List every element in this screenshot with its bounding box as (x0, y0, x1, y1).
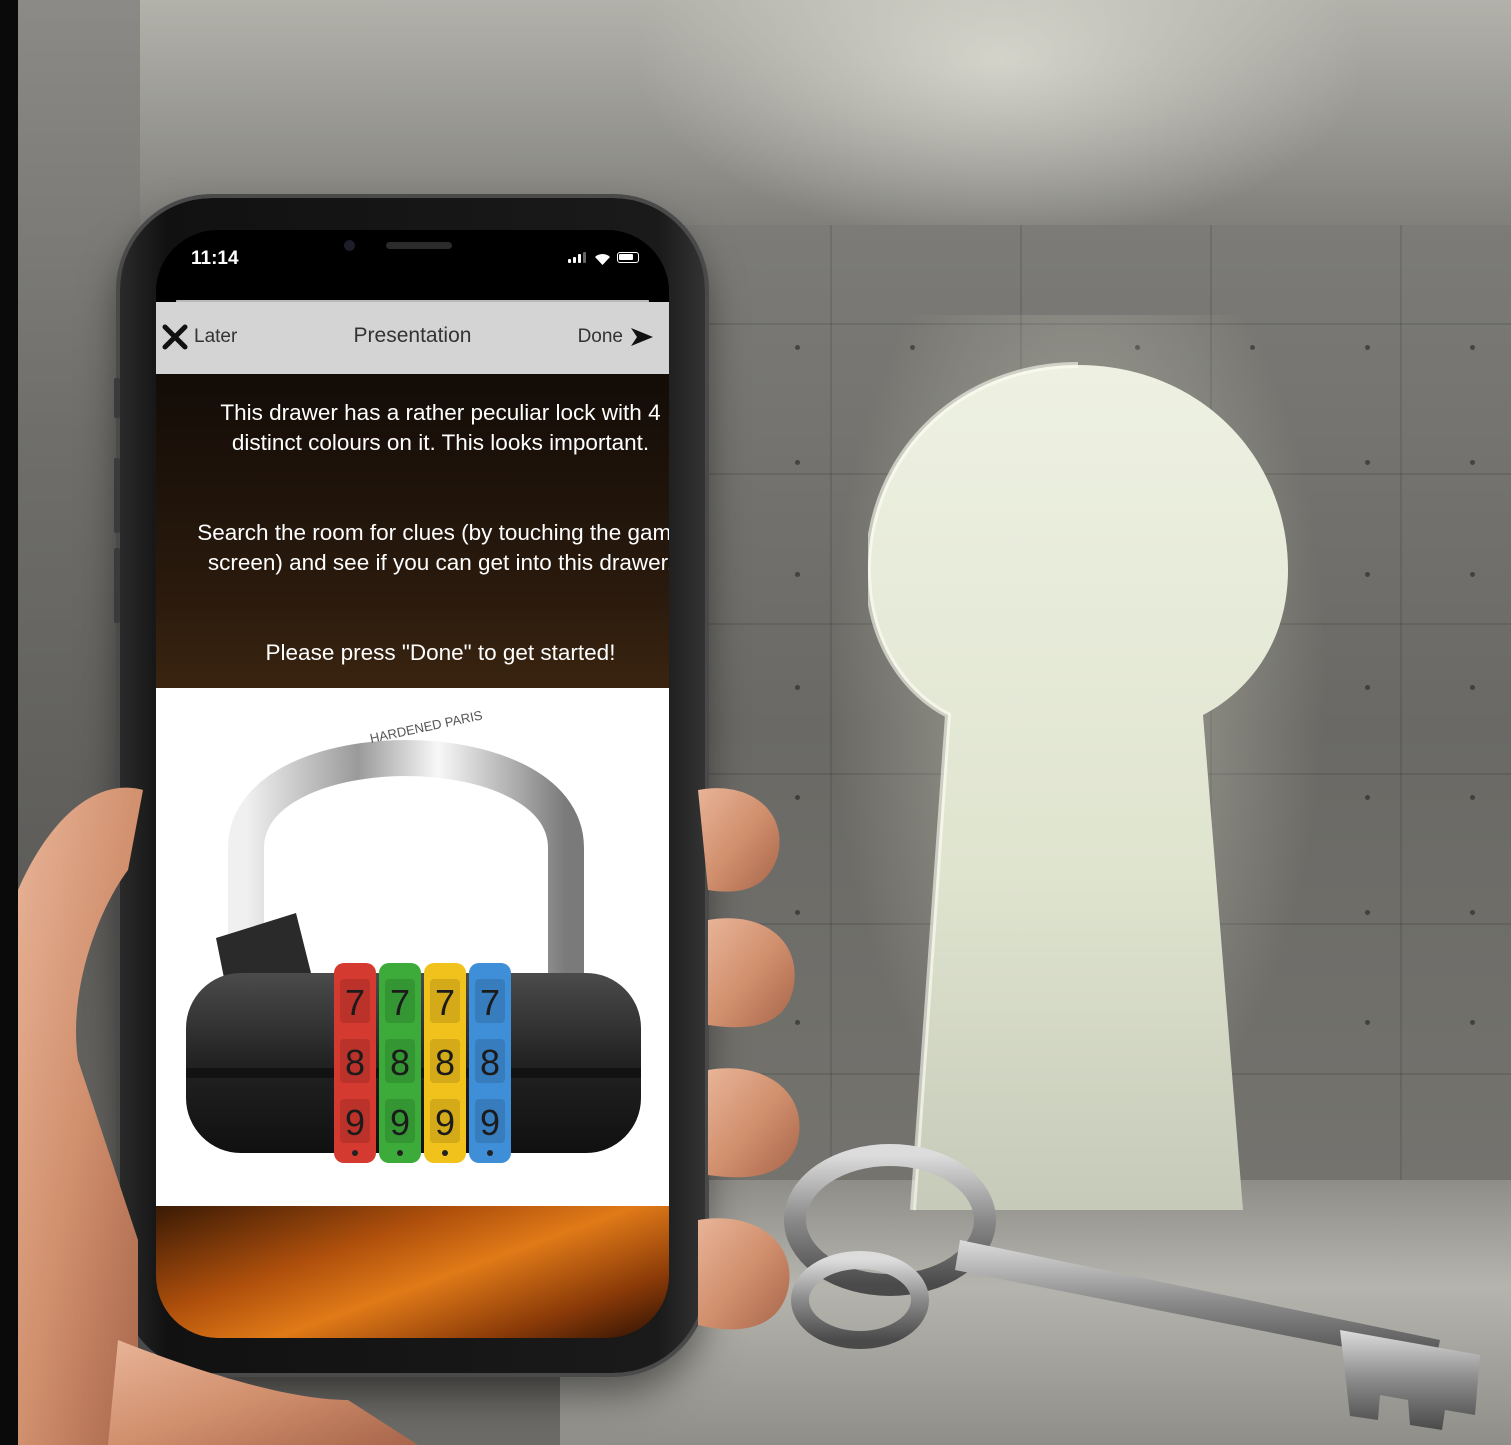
wheel-digit: 9 (345, 1102, 365, 1143)
combination-wheel-2[interactable]: 7 8 9 (379, 963, 421, 1163)
wheel-digit: 7 (390, 982, 410, 1023)
volume-down-button (114, 548, 120, 623)
volume-up-button (114, 458, 120, 533)
wheel-digit: 8 (390, 1042, 410, 1083)
wheel-digit: 7 (480, 982, 500, 1023)
arrow-right-icon (631, 328, 653, 346)
skeleton-key-image (784, 1144, 1480, 1430)
status-icons (568, 252, 639, 265)
wheel-digit: 8 (435, 1042, 455, 1083)
shackle-engraving: HARDENED PARIS (369, 707, 485, 746)
cellular-signal-icon (568, 252, 588, 263)
game-background-strip (156, 1206, 669, 1338)
front-camera (344, 240, 355, 251)
wifi-icon (595, 252, 610, 265)
battery-icon (617, 252, 639, 263)
combination-padlock-image: HARDENED PARIS 789789789789 (186, 707, 641, 1163)
wheel-digit: 9 (480, 1102, 500, 1143)
wheel-digit: 8 (345, 1042, 365, 1083)
wheel-digit: 7 (435, 982, 455, 1023)
message-paragraph-2: Search the room for clues (by touching t… (197, 520, 669, 575)
presentation-message: This drawer has a rather peculiar lock w… (156, 374, 669, 688)
keyhole-door (808, 315, 1348, 1215)
done-label: Done (577, 326, 623, 347)
done-button[interactable]: Done (578, 322, 655, 352)
wheel-digit: 9 (390, 1102, 410, 1143)
wheel-digit: 9 (435, 1102, 455, 1143)
padlock-image-panel: HARDENED PARIS 789789789789 (156, 688, 669, 1206)
wheel-digit: 7 (345, 982, 365, 1023)
phone-screen: 11:14 Later Presentation Done This drawe… (156, 230, 669, 1338)
left-edge-strip (0, 0, 18, 1445)
wheel-digit: 8 (480, 1042, 500, 1083)
mute-switch (114, 378, 120, 418)
message-paragraph-3: Please press "Done" to get started! (265, 640, 616, 665)
status-time: 11:14 (191, 248, 239, 269)
message-paragraph-1: This drawer has a rather peculiar lock w… (220, 400, 661, 455)
notch (274, 230, 550, 272)
smartphone: 11:14 Later Presentation Done This drawe… (114, 198, 705, 1373)
combination-wheel-4[interactable]: 7 8 9 (469, 963, 511, 1163)
modal-navbar: Later Presentation Done (156, 302, 669, 374)
combination-wheel-1[interactable]: 7 8 9 (334, 963, 376, 1163)
combination-wheel-3[interactable]: 7 8 9 (424, 963, 466, 1163)
earpiece-speaker (386, 242, 452, 249)
